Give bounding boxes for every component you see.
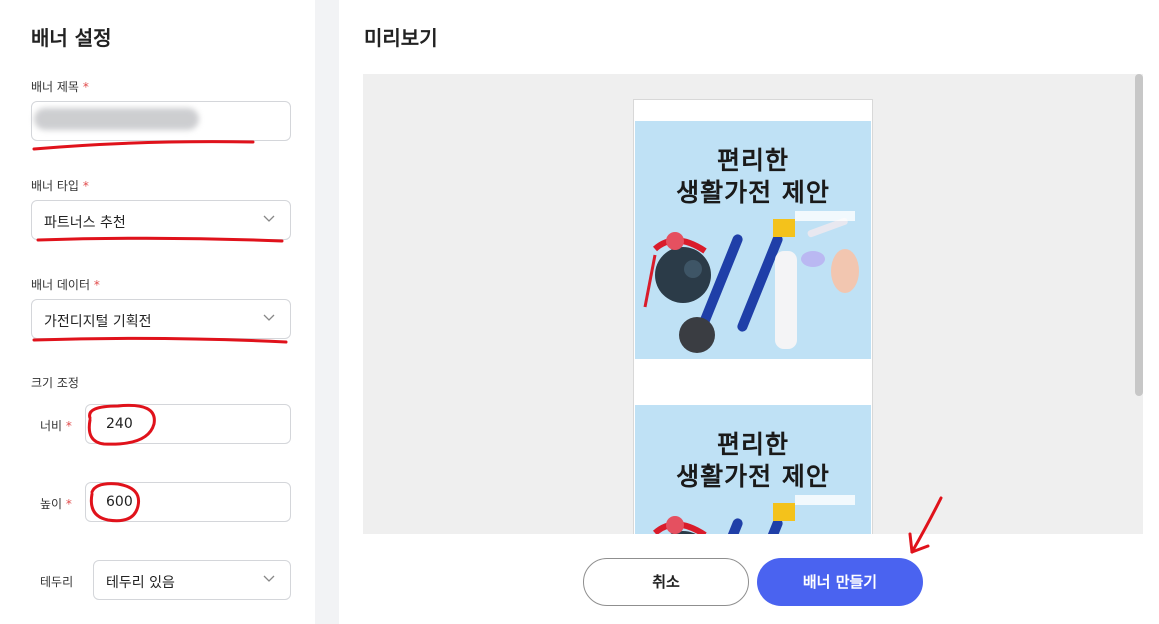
redacted-title-text	[34, 108, 199, 130]
size-adjust-label: 크기 조정	[31, 376, 79, 390]
border-label: 테두리	[40, 575, 74, 589]
banner-data-select[interactable]: 가전디지털 기획전	[31, 299, 291, 339]
border-select[interactable]: 테두리 있음	[93, 560, 291, 600]
banner-headline-line2: 생활가전 제안	[676, 462, 830, 491]
banner-type-value: 파트너스 추천	[44, 215, 126, 231]
banner-headline-line1: 편리한	[716, 146, 789, 175]
height-label: 높이 *	[40, 497, 72, 511]
banner-title-label: 배너 제목 *	[31, 80, 89, 94]
width-value: 240	[106, 416, 133, 432]
banner-type-select[interactable]: 파트너스 추천	[31, 200, 291, 240]
banner-data-value: 가전디지털 기획전	[44, 314, 152, 330]
banner-headline-line2: 생활가전 제안	[676, 178, 830, 207]
banner-title-input[interactable]	[31, 101, 291, 141]
banner-image: 편리한 생활가전 제안	[635, 405, 871, 534]
banner-headline-line1: 편리한	[716, 430, 789, 459]
product-illustration	[643, 211, 859, 353]
border-value: 테두리 있음	[106, 575, 175, 591]
settings-heading: 배너 설정	[31, 26, 112, 50]
product-illustration	[652, 495, 855, 534]
banner-preview: 편리한 생활가전 제안 편리한 생활가전 제안	[633, 99, 873, 534]
cancel-button[interactable]: 취소	[583, 558, 749, 606]
chevron-down-icon	[263, 215, 275, 222]
height-value: 600	[106, 494, 133, 510]
preview-panel: 미리보기 편리한 생활가전 제안 편리한 생활가전 제안	[339, 0, 1159, 624]
width-input[interactable]: 240	[85, 404, 291, 444]
banner-settings-panel: 배너 설정 배너 제목 * 배너 타입 * 파트너스 추천 배너 데이터 * 가…	[0, 0, 315, 624]
banner-type-label: 배너 타입 *	[31, 179, 89, 193]
preview-heading: 미리보기	[364, 26, 438, 50]
create-banner-button[interactable]: 배너 만들기	[757, 558, 923, 606]
banner-data-label: 배너 데이터 *	[31, 278, 100, 292]
preview-area: 편리한 생활가전 제안 편리한 생활가전 제안	[363, 74, 1143, 534]
width-label: 너비 *	[40, 419, 72, 433]
preview-scrollbar[interactable]	[1135, 74, 1143, 396]
height-input[interactable]: 600	[85, 482, 291, 522]
banner-image: 편리한 생활가전 제안	[635, 121, 871, 359]
chevron-down-icon	[263, 575, 275, 582]
chevron-down-icon	[263, 314, 275, 321]
